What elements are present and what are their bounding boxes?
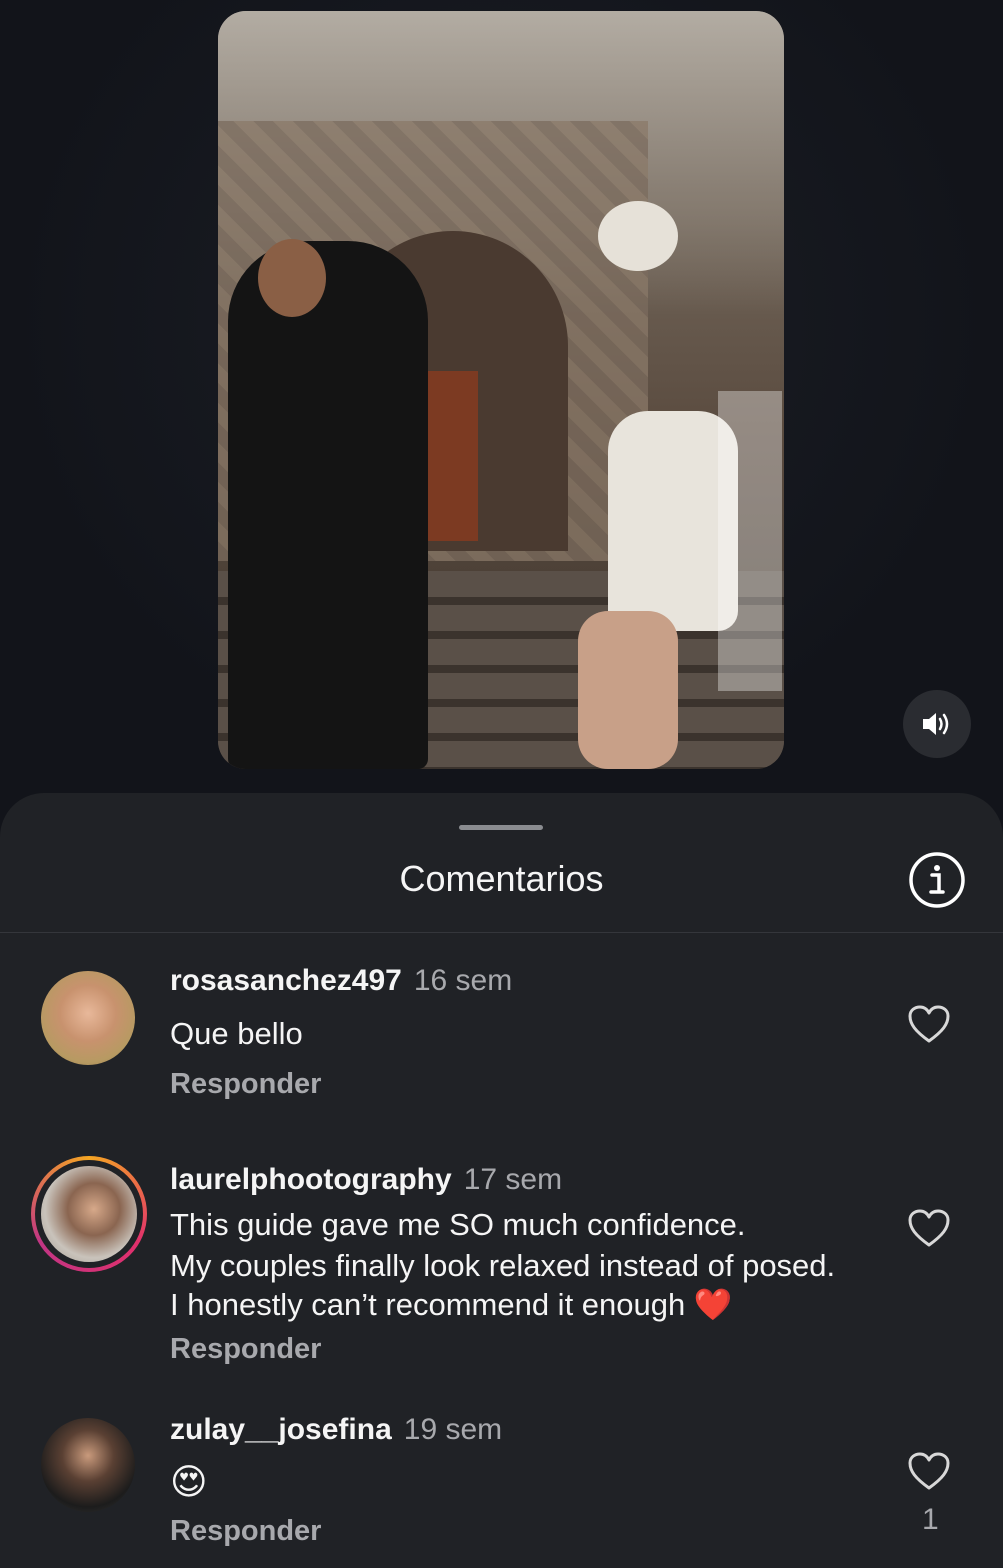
heart-eyes-emoji: 😍 (170, 1461, 208, 1502)
timestamp: 16 sem (413, 964, 513, 997)
photo-bride-legs (578, 611, 678, 769)
avatar[interactable] (41, 1418, 135, 1512)
heart-icon[interactable] (907, 1004, 951, 1044)
info-icon[interactable] (909, 852, 965, 908)
sound-toggle-button[interactable] (903, 690, 971, 758)
heart-icon[interactable] (907, 1208, 951, 1248)
comment-meta: laurelphootography 17 sem (170, 1163, 562, 1197)
avatar-story-ring[interactable] (31, 1156, 147, 1272)
comment-text-fragment: I honestly can’t recommend it enough (170, 1287, 686, 1322)
drag-handle[interactable] (459, 825, 543, 830)
reply-button[interactable]: Responder (170, 1068, 321, 1101)
red-heart-emoji: ❤️ (693, 1287, 733, 1322)
comment-meta: zulay__josefina 19 sem (170, 1413, 502, 1447)
photo-bouquet (598, 201, 678, 271)
username[interactable]: zulay__josefina (170, 1413, 392, 1446)
like-count: 1 (922, 1503, 939, 1536)
avatar (41, 1166, 137, 1262)
heart-icon[interactable] (907, 1451, 951, 1491)
post-media-image[interactable] (218, 11, 784, 769)
avatar[interactable] (41, 971, 135, 1065)
speaker-icon (923, 713, 949, 735)
username[interactable]: laurelphootography (170, 1163, 452, 1196)
photo-veil (718, 391, 782, 691)
comment-text-line: My couples finally look relaxed instead … (170, 1248, 836, 1283)
comment-text: Que bello (170, 1016, 303, 1051)
reply-button[interactable]: Responder (170, 1515, 321, 1548)
photo-groom-head (258, 239, 326, 317)
comment-text-line: This guide gave me SO much confidence. (170, 1207, 746, 1242)
reply-button[interactable]: Responder (170, 1333, 321, 1366)
timestamp: 17 sem (463, 1163, 563, 1196)
comment-text-line: I honestly can’t recommend it enough ❤️ (170, 1285, 732, 1325)
comment-meta: rosasanchez497 16 sem (170, 964, 512, 998)
username[interactable]: rosasanchez497 (170, 964, 402, 997)
timestamp: 19 sem (403, 1413, 503, 1446)
header-divider (0, 932, 1003, 933)
photo-groom (228, 241, 428, 769)
sheet-title: Comentarios (399, 858, 604, 899)
